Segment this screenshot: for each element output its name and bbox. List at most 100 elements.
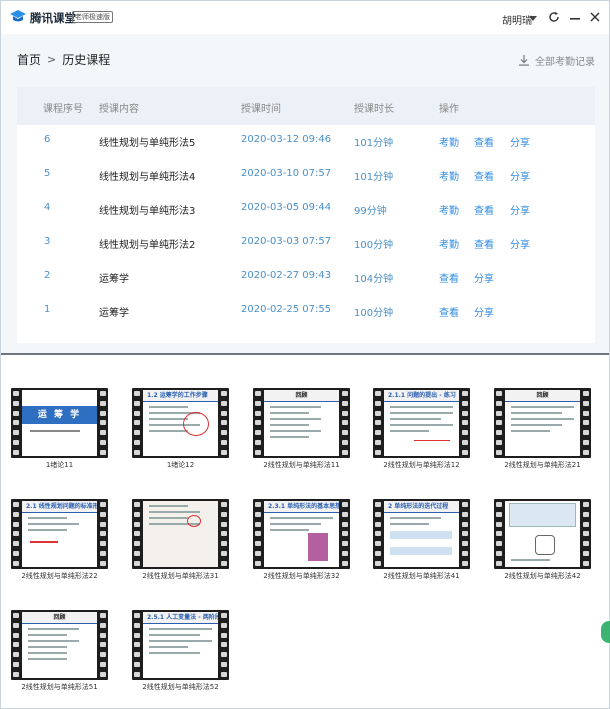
user-name[interactable]: 胡明瑞 — [502, 12, 532, 27]
edition-badge: 老师极速版 — [72, 11, 113, 23]
film-frame: 2.5.1 人工变量法 - 两阶段法 — [132, 610, 229, 680]
course-duration: 100分钟 — [354, 240, 394, 251]
slide-title: 运 筹 学 — [22, 406, 97, 424]
attendance-link[interactable]: 考勤 — [439, 134, 459, 149]
share-link[interactable]: 分享 — [474, 304, 494, 319]
share-link[interactable]: 分享 — [510, 168, 530, 183]
slide-thumbnail[interactable]: 2.1.1 问题的提出 - 练习 2线性规划与单纯形法12 — [373, 388, 470, 469]
table-row: 4 线性规划与单纯形法3 2020-03-05 09:44 99分钟 考勤 查看… — [17, 193, 595, 227]
tencent-classroom-logo-icon — [10, 10, 26, 22]
table-row: 5 线性规划与单纯形法4 2020-03-10 07:57 101分钟 考勤 查… — [17, 159, 595, 193]
share-link[interactable]: 分享 — [510, 236, 530, 251]
view-link[interactable]: 查看 — [439, 304, 459, 319]
slide-thumbnail[interactable]: 回顾 2线性规划与单纯形法51 — [11, 610, 108, 691]
caret-down-icon[interactable] — [529, 16, 537, 21]
thumbnail-label: 2线性规划与单纯形法52 — [142, 683, 219, 691]
table-header: 课程序号 授课内容 授课时间 授课时长 操作 — [17, 87, 595, 125]
slide-thumbnail[interactable]: 2 单纯形法的迭代过程 2线性规划与单纯形法41 — [373, 499, 470, 580]
thumbnail-label: 2线性规划与单纯形法32 — [263, 572, 340, 580]
slide-thumbnail[interactable]: 2.1 线性规划问题的标准形式 2线性规划与单纯形法22 — [11, 499, 108, 580]
slide-thumbnail[interactable]: 运 筹 学 1绪论11 — [11, 388, 108, 469]
thumbnail-label: 2线性规划与单纯形法31 — [142, 572, 219, 580]
course-duration: 100分钟 — [354, 308, 394, 319]
attendance-link[interactable]: 考勤 — [439, 236, 459, 251]
history-courses-panel: 首页 > 历史课程 全部考勤记录 课程序号 授课内容 授课时间 授课时长 操作 … — [1, 34, 609, 354]
slide-title: 回顾 — [264, 390, 339, 402]
course-number: 3 — [44, 236, 51, 247]
minimize-icon[interactable] — [567, 9, 583, 25]
breadcrumb: 首页 > 历史课程 — [17, 51, 110, 68]
slide-thumbnail-gallery: 运 筹 学 1绪论11 1.2 运筹学的工作步骤 1绪论12 回顾 2线性规划与… — [1, 356, 609, 708]
all-attendance-records-link[interactable]: 全部考勤记录 — [519, 53, 595, 68]
slide-thumbnail[interactable]: 2.5.1 人工变量法 - 两阶段法 2线性规划与单纯形法52 — [132, 610, 229, 691]
view-link[interactable]: 查看 — [474, 236, 494, 251]
film-frame: 回顾 — [11, 610, 108, 680]
slide-thumbnail[interactable]: 2线性规划与单纯形法42 — [494, 499, 591, 580]
floating-chat-icon[interactable] — [601, 621, 610, 643]
title-bar: 腾讯课堂 老师极速版 胡明瑞 — [1, 1, 609, 34]
table-row: 2 运筹学 2020-02-27 09:43 104分钟 查看 分享 — [17, 261, 595, 295]
slide-preview: 2.3.1 单纯形法的基本思想 — [264, 501, 339, 567]
course-number: 1 — [44, 304, 51, 315]
thumbnail-label: 1绪论12 — [166, 461, 195, 469]
attendance-link[interactable]: 考勤 — [439, 168, 459, 183]
app-window: 腾讯课堂 老师极速版 胡明瑞 首页 > 历史课程 全部考勤记录 课程序号 授课内… — [0, 0, 610, 709]
course-content: 线性规划与单纯形法4 — [99, 172, 196, 183]
header-content: 授课内容 — [99, 104, 139, 115]
course-time: 2020-03-05 09:44 — [241, 202, 332, 213]
slide-thumbnail[interactable]: 2.3.1 单纯形法的基本思想 2线性规划与单纯形法32 — [253, 499, 350, 580]
refresh-icon[interactable] — [546, 9, 562, 25]
film-frame: 回顾 — [253, 388, 350, 458]
course-duration: 101分钟 — [354, 138, 394, 149]
header-course-number: 课程序号 — [43, 104, 83, 115]
thumbnail-label: 2线性规划与单纯形法51 — [21, 683, 98, 691]
course-number: 4 — [44, 202, 51, 213]
slide-preview: 2.1 线性规划问题的标准形式 — [22, 501, 97, 567]
course-number: 6 — [44, 134, 51, 145]
film-frame — [132, 499, 229, 569]
film-frame: 2 单纯形法的迭代过程 — [373, 499, 470, 569]
slide-preview: 回顾 — [505, 390, 580, 456]
share-link[interactable]: 分享 — [474, 270, 494, 285]
slide-preview: 2 单纯形法的迭代过程 — [384, 501, 459, 567]
film-frame: 运 筹 学 — [11, 388, 108, 458]
slide-thumbnail[interactable]: 2线性规划与单纯形法31 — [132, 499, 229, 580]
course-time: 2020-03-03 07:57 — [241, 236, 332, 247]
slide-title: 2 单纯形法的迭代过程 — [384, 501, 459, 513]
share-link[interactable]: 分享 — [510, 134, 530, 149]
slide-preview: 回顾 — [264, 390, 339, 456]
slide-title: 1.2 运筹学的工作步骤 — [143, 390, 218, 402]
view-link[interactable]: 查看 — [439, 270, 459, 285]
slide-thumbnail[interactable]: 回顾 2线性规划与单纯形法11 — [253, 388, 350, 469]
table-row: 6 线性规划与单纯形法5 2020-03-12 09:46 101分钟 考勤 查… — [17, 125, 595, 159]
breadcrumb-current: 历史课程 — [62, 53, 111, 67]
slide-title: 2.1.1 问题的提出 - 练习 — [384, 390, 459, 402]
slide-preview: 运 筹 学 — [22, 390, 97, 456]
slide-title: 回顾 — [22, 612, 97, 624]
close-icon[interactable] — [587, 9, 603, 25]
slide-title: 回顾 — [505, 390, 580, 402]
view-link[interactable]: 查看 — [474, 202, 494, 217]
slide-preview: 1.2 运筹学的工作步骤 — [143, 390, 218, 456]
thumbnail-label: 2线性规划与单纯形法42 — [504, 572, 581, 580]
course-number: 2 — [44, 270, 51, 281]
film-frame: 2.1.1 问题的提出 - 练习 — [373, 388, 470, 458]
header-operations: 操作 — [439, 104, 459, 115]
breadcrumb-home[interactable]: 首页 — [17, 51, 41, 68]
panel-divider[interactable] — [1, 353, 609, 355]
view-link[interactable]: 查看 — [474, 134, 494, 149]
course-content: 线性规划与单纯形法5 — [99, 138, 196, 149]
slide-thumbnail[interactable]: 1.2 运筹学的工作步骤 1绪论12 — [132, 388, 229, 469]
view-link[interactable]: 查看 — [474, 168, 494, 183]
table-row: 1 运筹学 2020-02-25 07:55 100分钟 查看 分享 — [17, 295, 595, 329]
app-name: 腾讯课堂 — [30, 11, 76, 25]
thumbnail-label: 2线性规划与单纯形法12 — [383, 461, 460, 469]
course-duration: 99分钟 — [354, 206, 387, 217]
course-duration: 101分钟 — [354, 172, 394, 183]
share-link[interactable]: 分享 — [510, 202, 530, 217]
course-time: 2020-03-10 07:57 — [241, 168, 332, 179]
attendance-link[interactable]: 考勤 — [439, 202, 459, 217]
course-content: 运筹学 — [99, 308, 129, 319]
slide-preview: 回顾 — [22, 612, 97, 678]
slide-thumbnail[interactable]: 回顾 2线性规划与单纯形法21 — [494, 388, 591, 469]
